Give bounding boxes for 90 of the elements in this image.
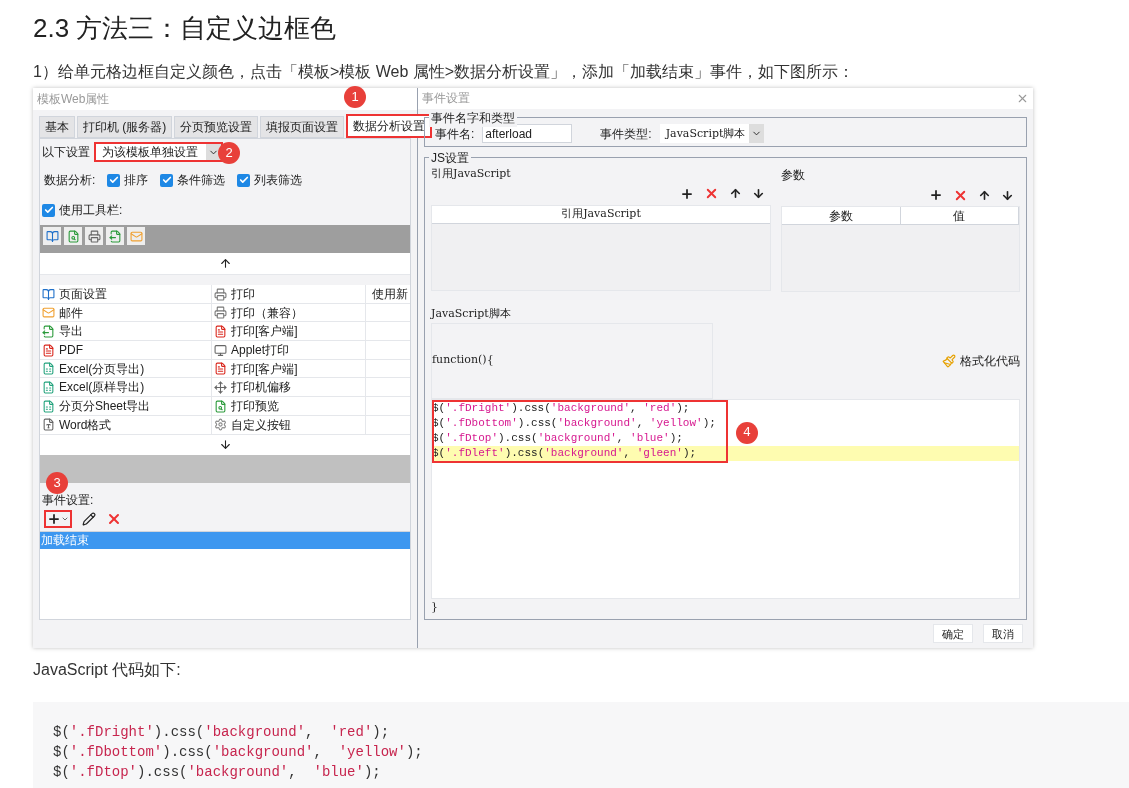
list-cell[interactable]: Excel(分页导出) bbox=[40, 359, 212, 378]
list-cell[interactable]: 导出 bbox=[40, 322, 212, 341]
move-icon bbox=[214, 380, 227, 394]
callout-number: 2 bbox=[218, 142, 240, 164]
printer-icon bbox=[214, 306, 227, 320]
dialog-button[interactable]: 确定 bbox=[933, 624, 973, 644]
checkbox-label: 使用工具栏: bbox=[59, 202, 123, 219]
dialog-title: 事件设置 bbox=[422, 90, 470, 108]
checkbox[interactable] bbox=[107, 173, 121, 187]
page-icon bbox=[42, 287, 55, 301]
code-intro: JavaScript 代码如下: bbox=[33, 660, 182, 680]
callout-number: 4 bbox=[736, 421, 758, 444]
list-cell[interactable]: 自定义按钮 bbox=[212, 415, 366, 434]
field-label: 事件名: bbox=[435, 126, 475, 143]
event-type-dropdown[interactable]: JavaScript脚本 bbox=[659, 124, 765, 144]
dialog-button[interactable]: 取消 bbox=[983, 624, 1023, 644]
preview-icon bbox=[214, 399, 227, 413]
export-icon bbox=[42, 324, 55, 338]
mail-icon bbox=[42, 306, 55, 320]
list-cell[interactable]: PDF bbox=[40, 341, 212, 360]
section-label: JavaScript脚本 bbox=[431, 306, 512, 323]
column-header: 值 bbox=[900, 207, 1019, 225]
list-cell[interactable]: 页面设置 bbox=[40, 285, 212, 303]
document-icon bbox=[214, 324, 227, 338]
list-cell[interactable]: 打印机偏移 bbox=[212, 378, 366, 397]
list-cell[interactable]: 打印[客户端] bbox=[212, 359, 366, 378]
printer-icon bbox=[214, 287, 227, 301]
list-cell[interactable]: Excel(原样导出) bbox=[40, 378, 212, 397]
brush-icon bbox=[942, 353, 956, 368]
document-icon bbox=[214, 362, 227, 376]
spreadsheet-icon bbox=[42, 399, 55, 413]
tab[interactable]: 分页预览设置 bbox=[174, 116, 259, 138]
document-icon bbox=[42, 343, 55, 357]
list-cell[interactable]: Applet打印 bbox=[212, 341, 366, 360]
list-cell[interactable]: 分页分Sheet导出 bbox=[40, 397, 212, 416]
checkbox-label: 排序 bbox=[124, 172, 149, 189]
spreadsheet-icon bbox=[42, 380, 55, 394]
list-cell[interactable]: Word格式 bbox=[40, 415, 212, 434]
list-cell[interactable]: 邮件 bbox=[40, 303, 212, 322]
list-cell[interactable]: 打印[客户端] bbox=[212, 322, 366, 341]
list-cell[interactable]: 使用新 bbox=[366, 285, 410, 303]
document-icon bbox=[42, 418, 55, 432]
up-arrow-icon bbox=[978, 188, 991, 202]
toolbar-button[interactable] bbox=[64, 227, 82, 245]
section-heading: 2.3 方法三：自定义边框色 bbox=[33, 12, 338, 45]
column-header: 引用JavaScript bbox=[560, 206, 642, 222]
code-line: $('.fDtop').css('background', 'blue'); bbox=[53, 763, 382, 782]
list-cell[interactable]: 打印 bbox=[212, 285, 366, 303]
analysis-label: 数据分析: bbox=[44, 172, 96, 189]
checkbox[interactable] bbox=[160, 173, 174, 187]
toolbar-button[interactable] bbox=[85, 227, 103, 245]
plus-icon bbox=[680, 186, 694, 201]
list-cell[interactable]: 打印（兼容） bbox=[212, 303, 366, 322]
checkbox[interactable] bbox=[237, 173, 251, 187]
plus-icon bbox=[47, 511, 61, 526]
spreadsheet-icon bbox=[42, 362, 55, 376]
code-line: $('.fDright').css('background', 'red'); bbox=[53, 723, 391, 742]
toolbar-button[interactable] bbox=[43, 227, 61, 245]
monitor-icon bbox=[214, 343, 227, 357]
tab[interactable]: 基本 bbox=[39, 116, 75, 138]
tab[interactable]: 填报页面设置 bbox=[260, 116, 345, 138]
scope-dropdown[interactable]: 为该模板单独设置 bbox=[94, 142, 223, 162]
event-label: 事件设置: bbox=[41, 491, 94, 509]
up-arrow-icon bbox=[729, 187, 742, 201]
edit-icon bbox=[82, 511, 96, 526]
scope-label: 以下设置 bbox=[42, 144, 90, 161]
section-label: 引用JavaScript bbox=[431, 166, 512, 183]
add-button[interactable] bbox=[44, 509, 72, 528]
plus-icon bbox=[929, 188, 943, 203]
column-header: 参数 bbox=[782, 207, 901, 225]
up-arrow-icon bbox=[218, 257, 232, 270]
list-cell[interactable]: 打印预览 bbox=[212, 397, 366, 416]
checkbox[interactable] bbox=[42, 203, 55, 217]
down-arrow-icon bbox=[752, 187, 765, 201]
code-line: $('.fDbottom').css('background', 'yellow'); bbox=[53, 743, 424, 762]
callout-number: 1 bbox=[344, 86, 366, 108]
format-code-button[interactable]: 格式化代码 bbox=[942, 351, 1020, 370]
down-arrow-icon bbox=[218, 438, 232, 451]
down-arrow-icon bbox=[1001, 188, 1014, 202]
closing-brace: } bbox=[431, 598, 439, 615]
toolbar-button[interactable] bbox=[106, 227, 124, 245]
intro-paragraph: 1）给单元格边框自定义颜色，点击「模板>模板 Web 属性>数据分析设置」，添加「加载结束」事件，如下图所示： bbox=[33, 62, 856, 82]
field-label: 事件类型: bbox=[600, 126, 652, 143]
section-label: 参数 bbox=[781, 167, 806, 185]
gear-icon bbox=[214, 418, 227, 432]
checkbox-label: 列表筛选 bbox=[254, 172, 303, 189]
checkbox-label: 条件筛选 bbox=[177, 172, 226, 189]
event-name-field[interactable]: afterload bbox=[482, 124, 573, 144]
tab[interactable]: 打印机 (服务器) bbox=[77, 116, 173, 138]
function-header: function(){ bbox=[432, 352, 494, 369]
